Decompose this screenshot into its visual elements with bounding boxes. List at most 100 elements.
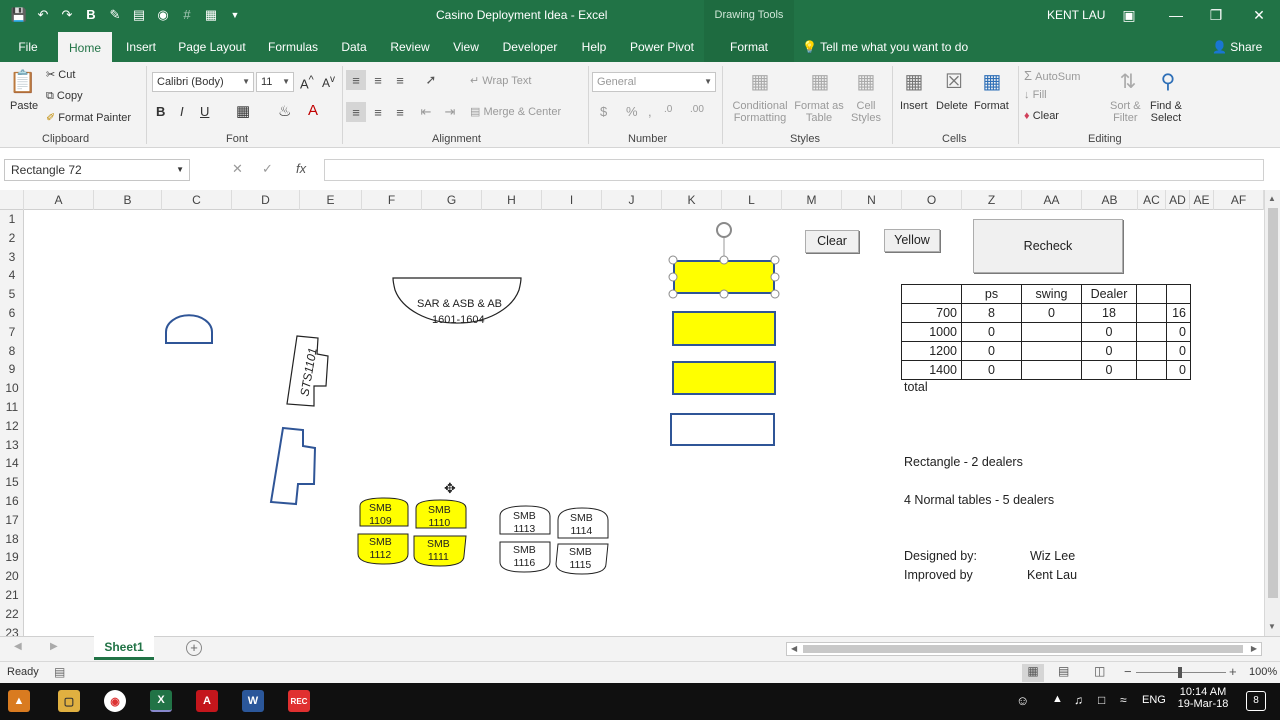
undo-icon[interactable]: ↶ <box>34 6 52 24</box>
borders-icon[interactable]: ▦ <box>236 102 250 120</box>
save-icon[interactable]: 💾 <box>10 6 28 24</box>
table-cell[interactable] <box>1021 360 1082 380</box>
recheck-macro-button[interactable]: Recheck <box>973 219 1123 273</box>
row-header[interactable]: 11 <box>0 398 24 417</box>
zoom-out-icon[interactable]: − <box>1124 664 1132 679</box>
column-header[interactable]: Z <box>962 190 1022 210</box>
align-center-icon[interactable]: ≡ <box>368 102 388 122</box>
fill-button[interactable]: ↓ Fill <box>1024 89 1047 101</box>
font-size-select[interactable]: 11 ▼ <box>256 72 294 92</box>
column-header[interactable]: J <box>602 190 662 210</box>
volume-icon[interactable]: ♫ <box>1074 693 1083 707</box>
table-cell[interactable] <box>1136 341 1167 361</box>
vertical-scrollbar[interactable]: ▲ ▼ <box>1264 190 1280 636</box>
column-header[interactable]: AE <box>1190 190 1214 210</box>
table-header-cell[interactable] <box>1166 284 1191 304</box>
cut-button[interactable]: ✂ Cut <box>46 68 75 81</box>
copy-button[interactable]: ⧉ Copy <box>46 90 83 103</box>
table-cell[interactable]: 0 <box>1166 360 1191 380</box>
decrease-decimal-icon[interactable]: .00 <box>690 104 704 115</box>
next-sheet-icon[interactable]: ▶ <box>50 641 58 652</box>
increase-indent-icon[interactable]: ⇥ <box>440 102 460 122</box>
row-header[interactable]: 6 <box>0 304 24 323</box>
column-header[interactable]: AA <box>1022 190 1082 210</box>
row-header[interactable]: 3 <box>0 248 24 267</box>
format-icon[interactable]: ✎ <box>106 6 124 24</box>
redo-icon[interactable]: ↷ <box>58 6 76 24</box>
tab-data[interactable]: Data <box>336 32 372 62</box>
row-header[interactable]: 19 <box>0 548 24 567</box>
camera-icon[interactable]: ◉ <box>154 6 172 24</box>
hscrollbar-thumb[interactable] <box>803 645 1243 653</box>
sort-filter-button[interactable]: Sort & Filter <box>1110 100 1141 124</box>
file-explorer-icon[interactable]: ▢ <box>58 690 80 712</box>
delete-cells-icon[interactable]: ☒ <box>940 66 968 96</box>
table-cell[interactable]: 1400 <box>901 360 962 380</box>
tab-view[interactable]: View <box>448 32 484 62</box>
scrollbar-thumb[interactable] <box>1268 208 1278 598</box>
conditional-formatting-icon[interactable]: ▦ <box>746 66 774 96</box>
tab-help[interactable]: Help <box>576 32 612 62</box>
show-hidden-icon[interactable]: ▲ <box>1052 693 1063 705</box>
table-cell[interactable]: 0 <box>1081 341 1137 361</box>
rectangle-table[interactable] <box>672 311 776 346</box>
increase-decimal-icon[interactable]: .0 <box>664 104 672 115</box>
resize-handle[interactable] <box>668 255 678 265</box>
column-header[interactable]: C <box>162 190 232 210</box>
table-cell[interactable]: 1200 <box>901 341 962 361</box>
percent-icon[interactable]: % <box>626 104 638 119</box>
column-header[interactable]: AC <box>1138 190 1166 210</box>
resize-handle[interactable] <box>668 289 678 299</box>
tab-power-pivot[interactable]: Power Pivot <box>626 32 698 62</box>
tab-file[interactable]: File <box>10 32 46 62</box>
restore-icon[interactable]: ❐ <box>1204 4 1228 26</box>
row-header[interactable]: 1 <box>0 210 24 229</box>
column-header[interactable]: L <box>722 190 782 210</box>
resize-handle[interactable] <box>770 289 780 299</box>
bold-button[interactable]: B <box>156 104 165 119</box>
delete-cells-button[interactable]: Delete <box>936 100 968 112</box>
cell-styles-icon[interactable]: ▦ <box>852 66 880 96</box>
table-cell[interactable]: 0 <box>961 322 1022 342</box>
conditional-formatting-button[interactable]: Conditional Formatting <box>730 100 790 124</box>
add-sheet-icon[interactable]: + <box>186 640 202 656</box>
table-header-cell[interactable]: ps <box>961 284 1022 304</box>
column-header[interactable]: AB <box>1082 190 1138 210</box>
wifi-icon[interactable]: ≈ <box>1120 693 1127 707</box>
recorder-icon[interactable]: REC <box>288 690 310 712</box>
scroll-down-icon[interactable]: ▼ <box>1268 622 1276 631</box>
table-cell[interactable] <box>1136 360 1167 380</box>
tab-review[interactable]: Review <box>386 32 434 62</box>
rotate-handle-icon[interactable] <box>716 222 732 238</box>
worksheet-grid[interactable]: SAR & ASB & AB 1601-1604 STS1101 SMB 110… <box>24 210 1264 636</box>
format-cells-icon[interactable]: ▦ <box>978 66 1006 96</box>
bold-icon[interactable]: B <box>82 6 100 24</box>
enter-icon[interactable]: ✓ <box>262 161 273 177</box>
table-cell[interactable]: 0 <box>1081 322 1137 342</box>
column-header[interactable]: K <box>662 190 722 210</box>
underline-button[interactable]: U <box>200 104 209 119</box>
cancel-icon[interactable]: ✕ <box>232 161 243 177</box>
tab-home[interactable]: Home <box>58 32 112 62</box>
row-header[interactable]: 15 <box>0 473 24 492</box>
align-right-icon[interactable]: ≡ <box>390 102 410 122</box>
column-header[interactable]: M <box>782 190 842 210</box>
column-header[interactable]: E <box>300 190 362 210</box>
paste-button[interactable]: Paste <box>10 100 38 112</box>
table-cell[interactable] <box>1021 322 1082 342</box>
table-cell[interactable]: 0 <box>1166 322 1191 342</box>
horizontal-scrollbar[interactable]: ◀ ▶ <box>786 642 1262 656</box>
insert-function-icon[interactable]: fx <box>296 161 306 176</box>
hash-icon[interactable]: # <box>178 6 196 24</box>
increase-font-icon[interactable]: A^ <box>300 74 314 91</box>
table-cell[interactable] <box>1136 303 1167 323</box>
cell-styles-button[interactable]: Cell Styles <box>846 100 886 124</box>
formula-input[interactable] <box>324 159 1264 181</box>
clock[interactable]: 10:14 AM 19-Mar-18 <box>1176 686 1230 710</box>
table-cell[interactable]: 0 <box>1021 303 1082 323</box>
name-box[interactable]: Rectangle 72 ▼ <box>4 159 190 181</box>
rectangle-table[interactable] <box>670 413 775 446</box>
language-indicator[interactable]: ENG <box>1142 694 1166 706</box>
table-header-cell[interactable] <box>901 284 962 304</box>
insert-cells-button[interactable]: Insert <box>900 100 928 112</box>
